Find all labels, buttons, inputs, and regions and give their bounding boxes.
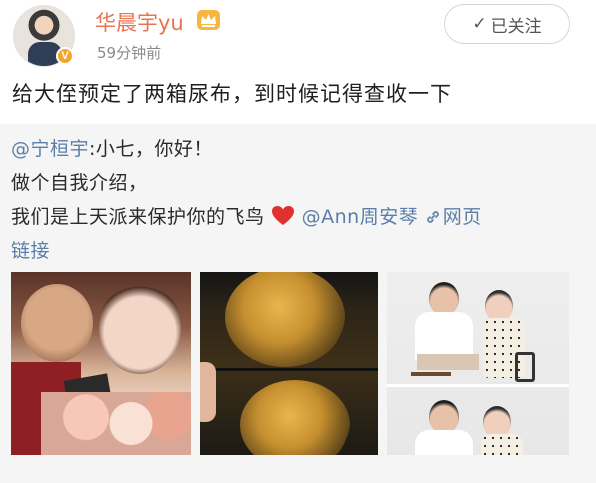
repost-line-3: 我们是上天派来保护你的飞鸟 @Ann周安琴 网页 bbox=[11, 202, 482, 231]
photo-hand bbox=[200, 362, 216, 422]
ultrasound-scan-top bbox=[225, 272, 345, 367]
photo-shorts bbox=[417, 354, 479, 370]
mention-link[interactable]: @Ann周安琴 bbox=[302, 206, 419, 228]
mention-link[interactable]: @宁桓宇 bbox=[11, 138, 89, 160]
photo-shirt bbox=[415, 430, 473, 455]
photo-face bbox=[21, 284, 93, 362]
post-timestamp: 59分钟前 bbox=[97, 44, 162, 62]
photo-stool bbox=[411, 372, 451, 376]
photo-face bbox=[429, 282, 459, 316]
check-icon: ✓ bbox=[472, 14, 487, 34]
repost-card[interactable]: @宁桓宇:小七，你好！ 做个自我介绍， 我们是上天派来保护你的飞鸟 @Ann周安… bbox=[0, 124, 596, 483]
follow-button-label: 已关注 bbox=[490, 16, 542, 37]
repost-line-1: @宁桓宇:小七，你好！ bbox=[11, 134, 213, 161]
verified-badge-icon: V bbox=[56, 47, 74, 65]
photo-divider bbox=[387, 384, 569, 387]
web-link-label: 网页 bbox=[442, 206, 482, 228]
link-icon bbox=[425, 208, 441, 230]
photo-face bbox=[99, 282, 181, 374]
photo-couple[interactable] bbox=[11, 272, 191, 455]
follow-button[interactable]: ✓ 已关注 bbox=[444, 4, 570, 44]
username[interactable]: 华晨宇yu bbox=[95, 7, 184, 37]
photo-chair bbox=[515, 352, 535, 382]
repost-line-4: 链接 bbox=[11, 236, 50, 263]
repost-text: 我们是上天派来保护你的飞鸟 bbox=[11, 206, 265, 228]
repost-text: :小七，你好！ bbox=[89, 138, 213, 160]
crown-icon bbox=[197, 10, 220, 30]
photo-dress bbox=[481, 434, 523, 455]
repost-text: 做个自我介绍， bbox=[11, 172, 148, 194]
repost-line-2: 做个自我介绍， bbox=[11, 168, 148, 195]
photo-face bbox=[429, 400, 459, 434]
post-text: 给大侄预定了两箱尿布，到时候记得查收一下 bbox=[12, 82, 452, 106]
web-link-label-continued[interactable]: 链接 bbox=[11, 240, 50, 262]
heart-icon bbox=[271, 205, 295, 231]
post-header: V 华晨宇yu 59分钟前 ✓ 已关注 bbox=[0, 0, 596, 72]
photo-divider bbox=[200, 368, 378, 371]
photo-portrait[interactable] bbox=[387, 272, 569, 455]
ultrasound-scan-bottom bbox=[240, 380, 350, 455]
web-link[interactable]: 网页 bbox=[425, 206, 482, 228]
photo-flowers bbox=[41, 392, 191, 455]
photo-ultrasound[interactable] bbox=[200, 272, 378, 455]
